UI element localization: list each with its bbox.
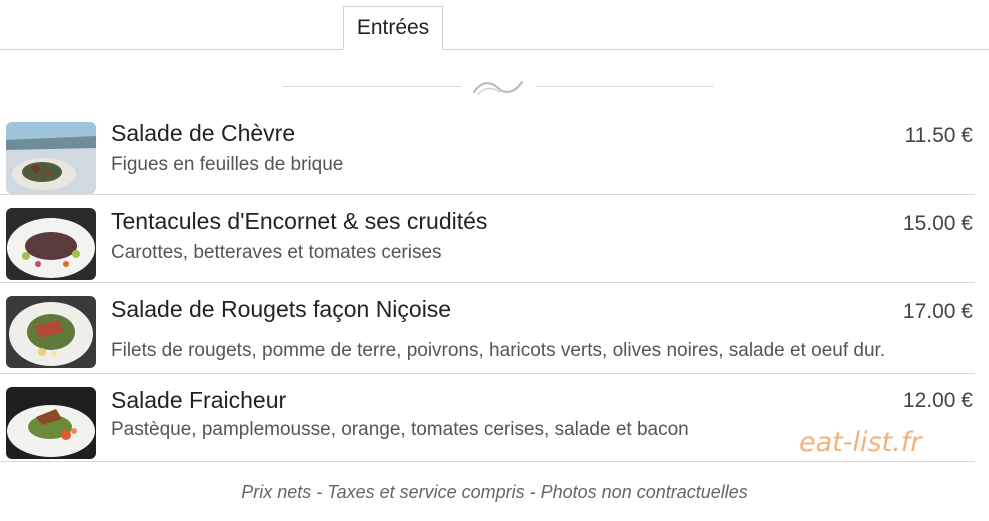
dish-description: Pastèque, pamplemousse, orange, tomates … bbox=[111, 419, 689, 440]
menu-item[interactable]: Tentacules d'Encornet & ses crudités 15.… bbox=[0, 194, 975, 283]
dish-price: 11.50 € bbox=[904, 124, 973, 147]
divider-line-left bbox=[283, 86, 461, 87]
dish-name: Salade de Chèvre bbox=[111, 120, 296, 146]
menu-tab-bar: Entrées bbox=[0, 0, 989, 50]
flourish-ornament-icon bbox=[472, 80, 524, 95]
dish-price: 15.00 € bbox=[902, 212, 973, 235]
dish-price: 12.00 € bbox=[902, 389, 973, 412]
dish-description: Filets de rougets, pomme de terre, poivr… bbox=[111, 340, 886, 361]
site-watermark: eat-list.fr bbox=[799, 427, 922, 458]
dish-photo bbox=[6, 387, 96, 459]
divider-line-right bbox=[536, 86, 714, 87]
dish-photo bbox=[6, 122, 96, 194]
dish-photo bbox=[6, 296, 96, 368]
dish-price: 17.00 € bbox=[902, 300, 973, 323]
dish-name: Tentacules d'Encornet & ses crudités bbox=[111, 208, 488, 234]
dish-name: Salade de Rougets façon Niçoise bbox=[111, 296, 452, 322]
menu-item[interactable]: Salade de Rougets façon Niçoise 17.00 € … bbox=[0, 282, 975, 374]
dish-photo bbox=[6, 208, 96, 280]
tab-entrees[interactable]: Entrées bbox=[343, 6, 443, 50]
price-disclaimer: Prix nets - Taxes et service compris - P… bbox=[241, 482, 748, 502]
dish-name: Salade Fraicheur bbox=[111, 387, 287, 413]
dish-description: Figues en feuilles de brique bbox=[111, 154, 344, 175]
menu-item[interactable]: Salade de Chèvre 11.50 € Figues en feuil… bbox=[0, 118, 975, 195]
dish-description: Carottes, betteraves et tomates cerises bbox=[111, 242, 442, 263]
